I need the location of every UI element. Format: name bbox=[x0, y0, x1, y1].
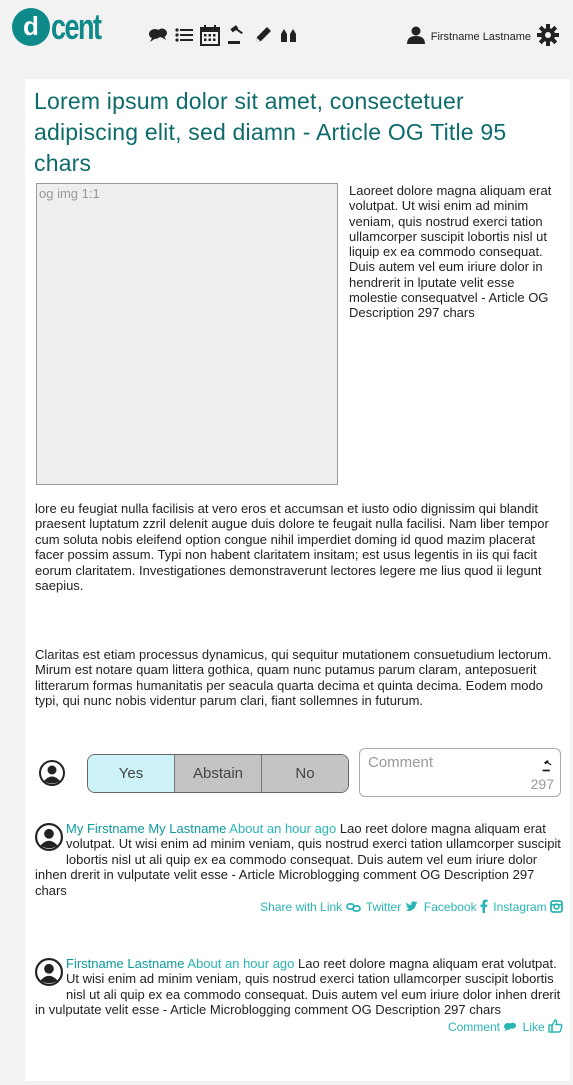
avatar bbox=[35, 958, 63, 989]
logo[interactable]: d cent bbox=[12, 8, 117, 46]
vote-yes-button[interactable]: Yes bbox=[88, 755, 174, 792]
comment-author[interactable]: Firstname Lastname bbox=[66, 956, 185, 971]
like-button[interactable]: Like bbox=[523, 1020, 545, 1034]
top-bar: d cent Firstname Lastname bbox=[0, 0, 573, 72]
article-description-continued: lore eu feugiat nulla facilisis at vero … bbox=[35, 501, 549, 594]
avatar bbox=[35, 823, 63, 854]
comment-time: About an hour ago bbox=[229, 821, 337, 836]
main-nav bbox=[148, 24, 299, 46]
gear-icon[interactable] bbox=[537, 24, 559, 50]
comment-item: Firstname Lastname About an hour ago Lao… bbox=[35, 956, 563, 1035]
thumbs-up-icon bbox=[548, 1018, 563, 1033]
facebook-button[interactable]: Facebook bbox=[424, 900, 477, 914]
article-title[interactable]: Lorem ipsum dolor sit amet, consectetuer… bbox=[34, 86, 564, 179]
instagram-icon bbox=[550, 900, 563, 913]
twitter-icon bbox=[405, 901, 418, 912]
gavel-icon[interactable] bbox=[227, 25, 247, 45]
comment-actions: Comment Like bbox=[35, 1018, 563, 1035]
calendar-icon[interactable] bbox=[200, 24, 220, 46]
comment-time: About an hour ago bbox=[187, 956, 295, 971]
og-image-placeholder: og img 1:1 bbox=[39, 186, 100, 201]
user-icon bbox=[406, 26, 425, 48]
list-icon[interactable] bbox=[175, 27, 193, 43]
vote-buttons: Yes Abstain No bbox=[87, 754, 349, 793]
vote-no-button[interactable]: No bbox=[261, 755, 348, 792]
user-menu[interactable]: Firstname Lastname bbox=[406, 24, 559, 50]
twitter-button[interactable]: Twitter bbox=[366, 900, 401, 914]
user-name[interactable]: Firstname Lastname bbox=[431, 31, 531, 43]
article-card: Lorem ipsum dolor sit amet, consectetuer… bbox=[25, 79, 570, 1081]
share-actions: Share with Link Twitter Facebook Instagr… bbox=[35, 899, 563, 915]
comment-placeholder: Comment bbox=[368, 754, 434, 771]
avatar bbox=[39, 760, 65, 790]
share-link-button[interactable]: Share with Link bbox=[260, 900, 342, 914]
article-paragraph: Claritas est etiam processus dynamicus, … bbox=[35, 647, 552, 709]
link-icon bbox=[345, 903, 361, 912]
char-count: 297 bbox=[530, 776, 554, 792]
vote-abstain-button[interactable]: Abstain bbox=[174, 755, 261, 792]
comment-button[interactable]: Comment bbox=[448, 1020, 500, 1034]
article-description: Laoreet dolore magna aliquam erat volutp… bbox=[349, 183, 552, 321]
logo-text: cent bbox=[51, 6, 102, 47]
speech-bubbles-icon bbox=[504, 1022, 517, 1032]
facebook-icon bbox=[480, 899, 488, 914]
og-image[interactable]: og img 1:1 bbox=[36, 183, 338, 485]
speech-bubbles-icon[interactable] bbox=[148, 26, 168, 44]
hands-icon[interactable] bbox=[279, 26, 299, 44]
gavel-icon bbox=[542, 757, 554, 776]
logo-mark: d bbox=[12, 8, 50, 46]
comment-author[interactable]: My Firstname My Lastname bbox=[66, 821, 226, 836]
comment-input[interactable]: Comment 297 bbox=[359, 748, 561, 797]
comment-item: My Firstname My Lastname About an hour a… bbox=[35, 821, 563, 915]
instagram-button[interactable]: Instagram bbox=[493, 900, 546, 914]
pencil-icon[interactable] bbox=[254, 26, 272, 44]
